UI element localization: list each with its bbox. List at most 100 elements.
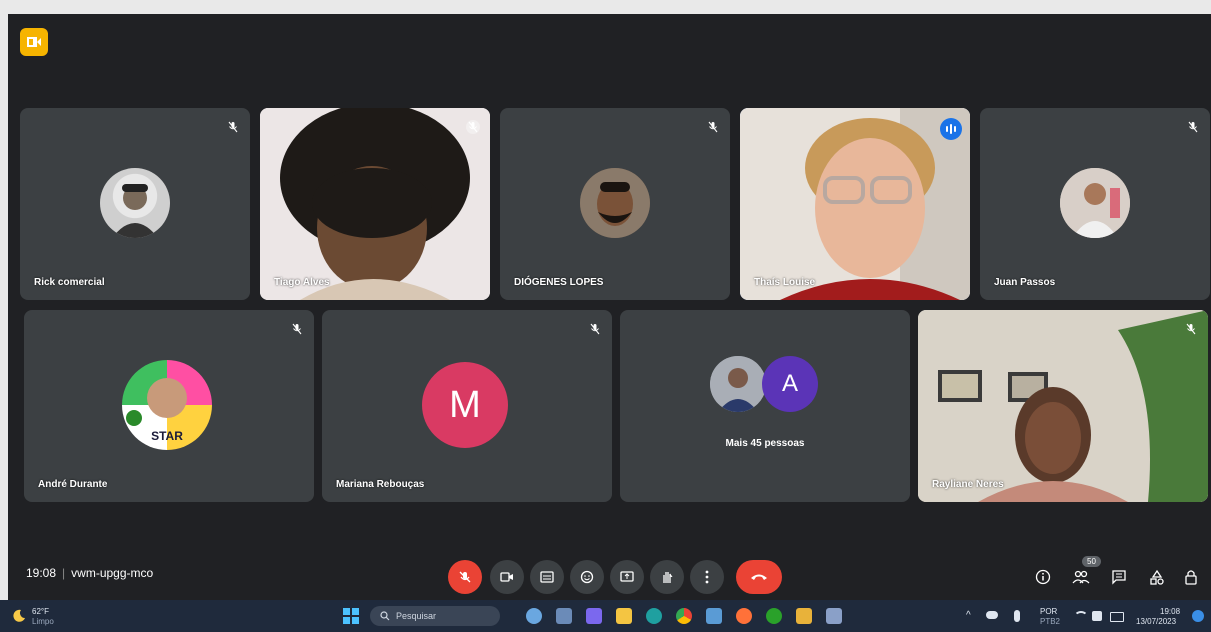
meet-window: Rick comercial Tiago Alves DIÓGENES LOPE… — [8, 14, 1211, 600]
participant-name: Thaís Louise — [754, 277, 816, 288]
search-icon — [380, 611, 390, 621]
meeting-controls-bar: 19:08 | vwm-upgg-mco 50 — [8, 554, 1211, 600]
svg-text:STAR: STAR — [151, 429, 183, 443]
widgets-icon[interactable] — [556, 608, 572, 624]
participant-tile[interactable]: STAR André Durante — [24, 310, 314, 502]
weather-widget[interactable]: 62°F Limpo — [12, 607, 82, 627]
meeting-code: vwm-upgg-mco — [71, 566, 154, 580]
app-icon[interactable] — [826, 608, 842, 624]
lock-icon — [1185, 570, 1197, 585]
taskbar-search[interactable]: Pesquisar — [370, 606, 500, 626]
mic-off-icon — [226, 120, 240, 134]
meeting-info: 19:08 | vwm-upgg-mco — [26, 566, 154, 580]
participant-name: Rayliane Neres — [932, 479, 1004, 490]
clock-time[interactable]: 19:08 — [1160, 607, 1180, 616]
language-indicator[interactable]: POR — [1040, 607, 1057, 616]
moon-icon — [13, 609, 25, 622]
clock-date[interactable]: 13/07/2023 — [1136, 617, 1176, 626]
activities-icon — [1150, 569, 1164, 585]
host-controls-button[interactable] — [1180, 566, 1202, 588]
info-icon — [1035, 569, 1051, 585]
weather-text: Limpo — [32, 617, 54, 626]
others-tile[interactable]: A Mais 45 pessoas — [620, 310, 910, 502]
mic-off-icon — [290, 322, 304, 336]
participant-tile[interactable]: Juan Passos — [980, 108, 1210, 300]
raise-hand-icon — [663, 572, 673, 583]
participant-name: DIÓGENES LOPES — [514, 277, 604, 288]
xbox-icon[interactable] — [766, 608, 782, 624]
activities-button[interactable] — [1146, 566, 1168, 588]
wifi-icon[interactable] — [1074, 611, 1088, 623]
participant-avatar: STAR — [122, 360, 212, 450]
more-options-button[interactable] — [690, 560, 724, 594]
microphone-icon[interactable] — [1014, 610, 1020, 622]
participant-name: Rick comercial — [34, 277, 105, 288]
participant-tile[interactable]: Rayliane Neres — [918, 310, 1208, 502]
participant-video — [918, 310, 1208, 502]
participant-avatar — [1060, 168, 1130, 238]
participant-avatar-letter: M — [422, 362, 508, 448]
battery-icon[interactable] — [1110, 612, 1124, 622]
participant-name: Mariana Rebouças — [336, 479, 425, 490]
mic-off-icon — [588, 322, 602, 336]
mic-off-icon — [466, 120, 480, 134]
present-button[interactable] — [610, 560, 644, 594]
emoji-icon — [580, 570, 594, 584]
participant-tile[interactable]: M Mariana Rebouças — [322, 310, 612, 502]
present-icon — [620, 571, 634, 582]
participant-tile[interactable]: Rick comercial — [20, 108, 250, 300]
notification-icon[interactable] — [1192, 610, 1204, 622]
mic-off-icon — [1186, 120, 1200, 134]
participant-name: Juan Passos — [994, 277, 1056, 288]
task-view-icon[interactable] — [526, 608, 542, 624]
file-explorer-icon[interactable] — [616, 608, 632, 624]
participant-tile[interactable]: Thaís Louise — [740, 108, 970, 300]
speaking-indicator-icon — [940, 118, 962, 140]
start-button[interactable] — [342, 607, 360, 625]
store-icon[interactable] — [706, 608, 722, 624]
mic-off-icon — [459, 571, 471, 583]
participant-avatar — [580, 168, 650, 238]
mic-off-icon — [1184, 322, 1198, 336]
edge-icon[interactable] — [646, 608, 662, 624]
search-placeholder: Pesquisar — [396, 611, 437, 621]
participant-name: André Durante — [38, 479, 108, 490]
meet-logo — [20, 28, 48, 56]
participant-video — [260, 108, 490, 300]
windows-taskbar: 62°F Limpo Pesquisar ^ POR PTB2 19:08 13… — [0, 600, 1211, 632]
mic-off-icon — [706, 120, 720, 134]
camera-icon — [500, 572, 513, 582]
captions-button[interactable] — [530, 560, 564, 594]
participant-tile[interactable]: Tiago Alves — [260, 108, 490, 300]
windows-logo-icon — [343, 608, 359, 624]
participant-avatar-letter: A — [762, 356, 818, 412]
camera-toggle-button[interactable] — [490, 560, 524, 594]
participant-tile[interactable]: DIÓGENES LOPES — [500, 108, 730, 300]
volume-icon[interactable] — [1092, 611, 1102, 621]
people-button[interactable] — [1070, 566, 1092, 588]
language-sub: PTB2 — [1040, 617, 1061, 626]
chat-button[interactable] — [1108, 566, 1130, 588]
end-call-button[interactable] — [736, 560, 782, 594]
firefox-icon[interactable] — [736, 608, 752, 624]
participant-video — [740, 108, 970, 300]
chat-app-icon[interactable] — [586, 608, 602, 624]
app-icon[interactable] — [796, 608, 812, 624]
weather-temp: 62°F — [32, 607, 49, 616]
raise-hand-button[interactable] — [650, 560, 684, 594]
end-call-icon — [751, 574, 767, 580]
captions-icon — [540, 571, 554, 583]
people-icon — [1072, 570, 1090, 584]
others-count-label: Mais 45 pessoas — [725, 438, 805, 449]
participant-avatar — [710, 356, 766, 412]
more-options-icon — [705, 570, 709, 584]
reactions-button[interactable] — [570, 560, 604, 594]
chat-icon — [1112, 570, 1126, 585]
meeting-time: 19:08 — [26, 566, 57, 580]
tray-chevron-icon[interactable]: ^ — [966, 610, 971, 621]
meeting-details-button[interactable] — [1032, 566, 1054, 588]
onedrive-icon[interactable] — [986, 611, 998, 619]
participant-name: Tiago Alves — [274, 277, 330, 288]
mic-toggle-button[interactable] — [448, 560, 482, 594]
chrome-icon[interactable] — [676, 608, 692, 624]
